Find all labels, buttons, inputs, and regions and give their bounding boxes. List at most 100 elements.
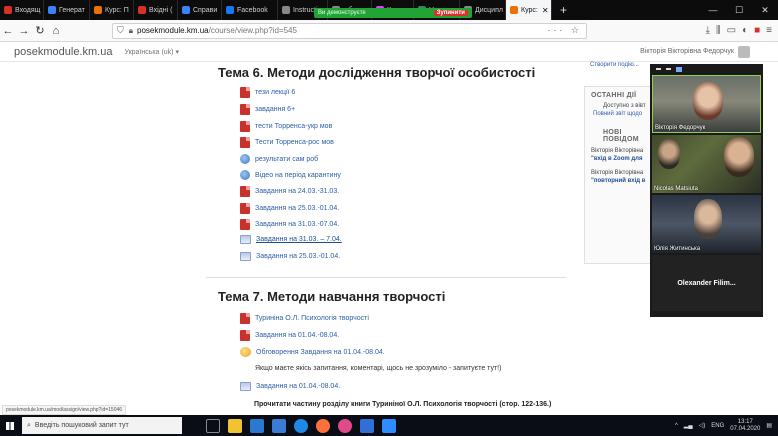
browser-tab[interactable]: Facebook [222,0,278,20]
browser-tab[interactable]: Генерат [44,0,90,20]
file-explorer-icon[interactable] [228,418,242,433]
close-tab-icon[interactable]: ✕ [542,6,549,15]
task-view-icon[interactable] [206,418,220,433]
zoom-panel-controls [650,64,763,74]
hide-video-icon[interactable] [666,68,671,70]
page-info-icon[interactable]: 🔒︎ [129,26,133,36]
store-icon[interactable] [250,418,264,433]
browser-tab[interactable]: Справи [178,0,222,20]
activity-label: Якщо маєте якісь запитання, коментарі, щ… [255,365,502,372]
home-icon[interactable]: ⌂ [48,25,64,37]
mail-icon[interactable] [272,418,286,433]
activity-link[interactable]: тези лекції 6 [240,87,295,98]
system-tray: ^ ▂▄ ◁) ENG 13:17 07.04.2020 ▤ [675,419,778,433]
full-report-link[interactable]: Повний звіт щодо [585,110,655,118]
chrome-icon[interactable] [338,418,352,433]
chevron-up-icon[interactable]: ^ [675,423,678,429]
forward-icon[interactable]: → [16,25,32,37]
activity-link[interactable]: тести Торренса-укр мов [240,121,332,132]
minimize-video-icon[interactable] [656,68,661,70]
shield-icon[interactable]: ⛉ [117,25,124,36]
back-icon[interactable]: ← [0,25,16,37]
download-icon[interactable]: ⤓ [706,25,710,36]
firefox-icon[interactable] [316,418,330,433]
news-item-author: Вікторія Вікторівна [591,148,644,154]
pdf-file-icon [240,203,250,214]
browser-tab[interactable]: Вхідні ( [134,0,178,20]
view-mode-icon[interactable] [676,66,682,72]
activity-link[interactable]: Завдання на 24.03.-31.03. [240,186,339,197]
activity-label: тести Торренса-укр мов [255,123,333,130]
extension-icon[interactable]: ■ [754,25,760,36]
activity-link[interactable]: результати сам роб [240,154,318,164]
new-event-link[interactable]: Створити подію... [590,62,639,68]
language-menu[interactable]: Українська (uk) ▾ [124,48,179,56]
account-icon[interactable]: ◐ [742,25,748,36]
activity-link[interactable]: Відео на період карантину [240,170,341,180]
news-item-link[interactable]: "вхід в Zoom для [585,156,655,164]
sidebar-icon[interactable]: ▭ [727,25,736,36]
participant-name: Olexander Filim... [677,279,736,287]
clock[interactable]: 13:17 07.04.2020 [730,419,760,433]
user-menu[interactable]: Вікторія Вікторівна Федорчук [640,45,750,58]
news-item-link[interactable]: "повторний вхід в [585,178,655,186]
activity-link[interactable]: Завдання на 01.04.-08.04. [240,330,339,341]
activity-link[interactable]: Завдання на 31.03. – 7.04. [240,235,342,244]
activity-label: результати сам роб [255,155,319,163]
recent-activity-title: ОСТАННІ ДІЇ [591,92,637,99]
tab-favicon-icon [182,6,190,14]
edge-icon[interactable] [294,418,308,433]
activity-label: Відео на період карантину [255,171,341,179]
participant-name: Юлія Житинська [654,246,701,252]
search-icon: ⌕ [27,421,31,429]
language-indicator[interactable]: ENG [711,423,724,429]
maximize-button[interactable]: ☐ [726,5,752,16]
topic-6-title: Тема 6. Методи дослідження творчої особи… [218,65,536,80]
browser-tab[interactable]: Курс: П [90,0,134,20]
pdf-file-icon [240,104,250,115]
start-button[interactable] [0,415,20,436]
volume-icon[interactable]: ◁) [699,422,706,429]
site-brand-link[interactable]: posekmodule.km.ua [14,46,112,58]
zoom-app-icon[interactable] [382,418,396,433]
menu-icon[interactable]: ≡ [766,25,772,36]
video-tile[interactable]: Вікторія Федорчук [652,75,761,133]
activity-link[interactable]: Туриніна О.Л. Психологія творчості [240,313,369,324]
activity-link[interactable]: Обговорення Завдання на 01.04.-08.04. [240,347,385,357]
close-window-button[interactable]: ✕ [752,5,778,16]
pdf-file-icon [240,330,250,341]
network-icon[interactable]: ▂▄ [684,422,693,429]
video-tile[interactable]: Nicolas Matsiuta [652,135,761,193]
activity-label: Прочитати частину розділу книги Туриніно… [254,401,552,408]
assignment-icon [240,235,251,244]
page-actions-icon[interactable]: ··· ☆ [547,25,582,36]
section-note: Якщо маєте якісь запитання, коментарі, щ… [255,365,501,372]
news-item-author: Вікторія Вікторівна [591,170,644,176]
reload-icon[interactable]: ↻ [32,24,48,37]
activity-link[interactable]: Тести Торренса-рос мов [240,137,334,148]
activity-link[interactable]: Завдання на 25.03.-01.04. [240,203,339,214]
pdf-file-icon [240,313,250,324]
tab-favicon-icon [510,6,518,14]
activity-link[interactable]: завдання 6+ [240,104,295,115]
video-tile[interactable]: Юлія Житинська [652,195,761,253]
tab-label: Дисципл [475,6,503,14]
word-icon[interactable] [360,418,374,433]
toolbar-icons: ⤓ ⫼ ▭ ◐ ■ ≡ [706,25,778,36]
new-tab-button[interactable]: + [552,3,575,17]
browser-tab[interactable]: Курс: ✕ [506,0,552,20]
video-tile[interactable]: Olexander Filim... [652,255,761,311]
minimize-button[interactable]: — [700,5,726,16]
windows-taskbar: ⌕ Введіть пошуковий запит тут ^ ▂▄ ◁) EN… [0,415,778,436]
notifications-icon[interactable]: ▤ [766,422,772,429]
taskbar-search[interactable]: ⌕ Введіть пошуковий запит тут [22,417,182,434]
address-bar[interactable]: ⛉ 🔒︎ posekmodule.km.ua /course/view.php?… [112,22,587,39]
stop-share-button[interactable]: Зупинити [433,10,468,16]
tab-favicon-icon [48,6,56,14]
activity-link[interactable]: Завдання на 01.04.-08.04. [240,382,340,391]
browser-tab[interactable]: Входящ [0,0,44,20]
activity-link[interactable]: Завдання на 31.03.-07.04. [240,219,339,230]
browser-tab-strip: Входящ Генерат Курс: П Вхідні (Справи Facebo… [0,0,778,20]
activity-link[interactable]: Завдання на 25.03.-01.04. [240,252,340,261]
library-icon[interactable]: ⫼ [716,25,721,36]
